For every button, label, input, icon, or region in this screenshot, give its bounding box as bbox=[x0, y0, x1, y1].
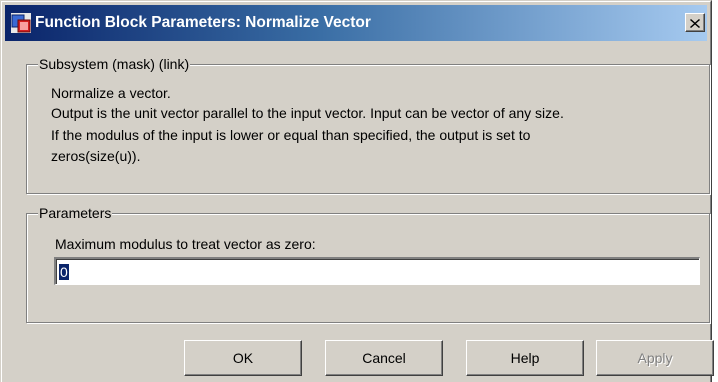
description-line: If the modulus of the input is lower or … bbox=[51, 127, 531, 143]
title-bar[interactable]: Function Block Parameters: Normalize Vec… bbox=[5, 5, 707, 41]
help-button[interactable]: Help bbox=[466, 340, 584, 376]
description-line: Output is the unit vector parallel to th… bbox=[51, 105, 564, 121]
simulink-block-icon bbox=[11, 13, 31, 33]
description-line: Normalize a vector. bbox=[51, 85, 171, 101]
close-button[interactable] bbox=[685, 13, 705, 32]
ok-button[interactable]: OK bbox=[184, 340, 302, 376]
apply-button[interactable]: Apply bbox=[596, 340, 714, 376]
description-group: Subsystem (mask) (link) Normalize a vect… bbox=[26, 54, 710, 194]
max-modulus-value: 0 bbox=[59, 264, 69, 280]
cancel-button[interactable]: Cancel bbox=[325, 340, 443, 376]
close-icon bbox=[690, 15, 700, 31]
dialog-window: Function Block Parameters: Normalize Vec… bbox=[0, 0, 714, 382]
window-title: Function Block Parameters: Normalize Vec… bbox=[35, 14, 371, 31]
parameters-group-legend: Parameters bbox=[38, 203, 113, 223]
description-group-legend: Subsystem (mask) (link) bbox=[38, 54, 191, 74]
max-modulus-label: Maximum modulus to treat vector as zero: bbox=[55, 236, 316, 252]
description-line: zeros(size(u)). bbox=[51, 148, 141, 164]
max-modulus-field[interactable]: 0 bbox=[54, 257, 700, 285]
parameters-group: Parameters Maximum modulus to treat vect… bbox=[26, 203, 710, 323]
